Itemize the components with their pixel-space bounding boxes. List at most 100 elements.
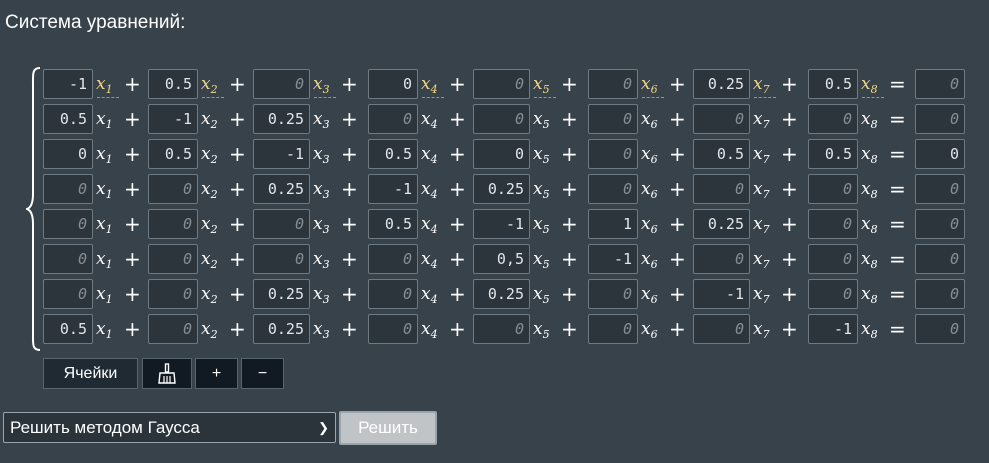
coefficient-input[interactable]: 0.25 [253, 314, 310, 344]
plus-sign: + [669, 212, 686, 236]
variable-label: x2 [201, 211, 227, 237]
coefficient-input[interactable]: 0 [473, 104, 530, 134]
variable-label: x5 [533, 211, 559, 237]
variable-label: x8 [861, 316, 887, 342]
coefficient-input[interactable]: 0.5 [808, 139, 858, 169]
coefficient-input[interactable]: 0 [588, 139, 638, 169]
coefficient-input[interactable]: 0.5 [368, 139, 418, 169]
coefficient-input[interactable]: 0.25 [693, 69, 750, 99]
rhs-input[interactable]: 0 [915, 174, 965, 204]
coefficient-input[interactable]: 0 [588, 104, 638, 134]
coefficient-input[interactable]: -1 [588, 244, 638, 274]
coefficient-input[interactable]: 0.5 [43, 314, 93, 344]
plus-sign: + [229, 282, 246, 306]
equals-sign: = [889, 282, 906, 306]
coefficient-input[interactable]: 0 [43, 244, 93, 274]
add-variable-button[interactable]: + [195, 358, 238, 389]
variable-label: x3 [313, 71, 339, 98]
rhs-input[interactable]: 0 [915, 244, 965, 274]
solve-button[interactable]: Решить [339, 411, 437, 445]
coefficient-input[interactable]: 0 [148, 279, 198, 309]
coefficient-input[interactable]: 0,5 [473, 244, 530, 274]
coefficient-input[interactable]: 0 [808, 244, 858, 274]
coefficient-input[interactable]: 0.25 [253, 174, 310, 204]
variable-index: 3 [322, 223, 330, 236]
coefficient-input[interactable]: 0 [253, 69, 310, 99]
coefficient-input[interactable]: 1 [588, 209, 638, 239]
variable-index: 2 [210, 328, 218, 341]
coefficient-input[interactable]: 0 [43, 279, 93, 309]
variable-index: 4 [430, 188, 438, 201]
coefficient-input[interactable]: 0 [368, 104, 418, 134]
coefficient-input[interactable]: 0.5 [808, 69, 858, 99]
coefficient-input[interactable]: 0 [693, 244, 750, 274]
coefficient-input[interactable]: 0 [588, 314, 638, 344]
rhs-input[interactable]: 0 [915, 104, 965, 134]
coefficient-input[interactable]: 0 [148, 244, 198, 274]
variable-letter: x [96, 284, 106, 304]
coefficient-input[interactable]: 0 [693, 104, 750, 134]
coefficient-input[interactable]: -1 [43, 69, 93, 99]
coefficient-input[interactable]: 0 [148, 209, 198, 239]
plus-sign: + [561, 282, 578, 306]
coefficient-input[interactable]: -1 [808, 314, 858, 344]
coefficient-input[interactable]: 0.5 [43, 104, 93, 134]
coefficient-input[interactable]: 0 [473, 314, 530, 344]
rhs-input[interactable]: 0 [915, 69, 965, 99]
plus-sign: + [449, 72, 466, 96]
coefficient-input[interactable]: 0.25 [253, 279, 310, 309]
method-select[interactable]: Решить методом Гаусса ❯ [3, 412, 336, 443]
coefficient-input[interactable]: 0 [808, 174, 858, 204]
coefficient-input[interactable]: 0.5 [148, 69, 198, 99]
coefficient-input[interactable]: 0 [588, 69, 638, 99]
coefficient-input[interactable]: -1 [693, 279, 750, 309]
coefficient-input[interactable]: 0 [253, 209, 310, 239]
rhs-input[interactable]: 0 [915, 279, 965, 309]
coefficient-input[interactable]: 0.25 [473, 174, 530, 204]
coefficient-input[interactable]: 0.5 [148, 139, 198, 169]
coefficient-input[interactable]: 0 [693, 174, 750, 204]
clear-button[interactable] [142, 358, 192, 389]
coefficient-input[interactable]: 0 [43, 174, 93, 204]
coefficient-input[interactable]: 0 [43, 209, 93, 239]
coefficient-input[interactable]: -1 [148, 104, 198, 134]
coefficient-input[interactable]: 0 [368, 69, 418, 99]
coefficient-input[interactable]: 0 [43, 139, 93, 169]
coefficient-input[interactable]: 0.25 [473, 279, 530, 309]
coefficient-input[interactable]: 0 [368, 279, 418, 309]
cells-button[interactable]: Ячейки [43, 358, 138, 389]
coefficient-input[interactable]: 0 [808, 104, 858, 134]
coefficient-input[interactable]: 0.25 [253, 104, 310, 134]
rhs-input[interactable]: 0 [915, 314, 965, 344]
coefficient-input[interactable]: 0.5 [693, 139, 750, 169]
variable-label: x4 [421, 246, 447, 272]
coefficient-input[interactable]: 0 [368, 244, 418, 274]
coefficient-input[interactable]: 0 [808, 209, 858, 239]
coefficient-input[interactable]: 0 [148, 174, 198, 204]
coefficient-input[interactable]: 0 [368, 314, 418, 344]
coefficient-input[interactable]: 0.25 [693, 209, 750, 239]
coefficient-input[interactable]: 0 [473, 69, 530, 99]
remove-variable-button[interactable]: − [241, 358, 284, 389]
coefficient-input[interactable]: 0 [473, 139, 530, 169]
coefficient-input[interactable]: 0 [588, 174, 638, 204]
coefficient-input[interactable]: 0 [693, 314, 750, 344]
variable-letter: x [313, 74, 323, 94]
plus-sign: + [669, 247, 686, 271]
coefficient-input[interactable]: 0 [808, 279, 858, 309]
coefficient-input[interactable]: -1 [253, 139, 310, 169]
plus-sign: + [449, 142, 466, 166]
coefficient-input[interactable]: 0 [588, 279, 638, 309]
coefficient-input[interactable]: -1 [368, 174, 418, 204]
variable-letter: x [421, 179, 431, 199]
coefficient-input[interactable]: 0.5 [368, 209, 418, 239]
variable-index: 5 [542, 328, 550, 341]
rhs-input[interactable]: 0 [915, 209, 965, 239]
rhs-input[interactable]: 0 [915, 139, 965, 169]
variable-label: x8 [861, 141, 887, 167]
variable-index: 7 [762, 83, 770, 96]
coefficient-input[interactable]: -1 [473, 209, 530, 239]
variable-letter: x [96, 109, 106, 129]
coefficient-input[interactable]: 0 [148, 314, 198, 344]
coefficient-input[interactable]: 0 [253, 244, 310, 274]
